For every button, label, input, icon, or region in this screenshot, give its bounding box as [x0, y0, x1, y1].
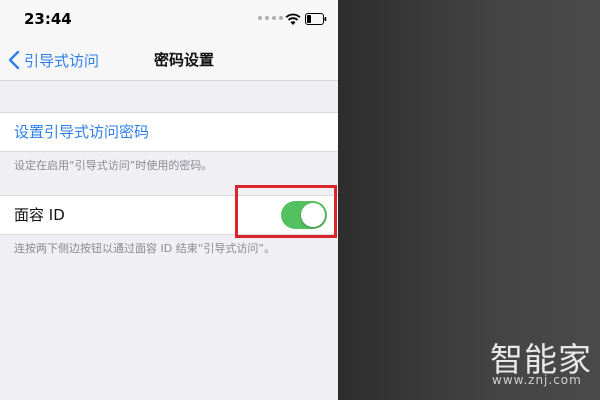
- navigation-bar: 引导式访问 密码设置: [0, 40, 338, 81]
- face-id-label: 面容 ID: [14, 206, 65, 224]
- watermark-url: www.znj.com: [492, 373, 582, 387]
- battery-low-icon: [305, 13, 327, 25]
- face-id-footer: 连按两下侧边按钮以通过面容 ID 结束“引导式访问”。: [14, 242, 276, 255]
- set-passcode-cell[interactable]: 设置引导式访问密码: [0, 112, 338, 152]
- status-bar: 23:44: [0, 0, 338, 40]
- set-passcode-label[interactable]: 设置引导式访问密码: [14, 113, 149, 151]
- page-title: 密码设置: [153, 51, 214, 69]
- wifi-icon: [285, 13, 301, 25]
- phone-screen: 23:44 引导式访问 密码设置 设置引导式访问密码 设定在启用“引导式访问”时…: [0, 0, 338, 400]
- passcode-footer: 设定在启用“引导式访问”时使用的密码。: [14, 159, 213, 172]
- highlight-box: [235, 185, 337, 238]
- status-time: 23:44: [24, 10, 72, 28]
- signal-dots-icon: [258, 16, 283, 20]
